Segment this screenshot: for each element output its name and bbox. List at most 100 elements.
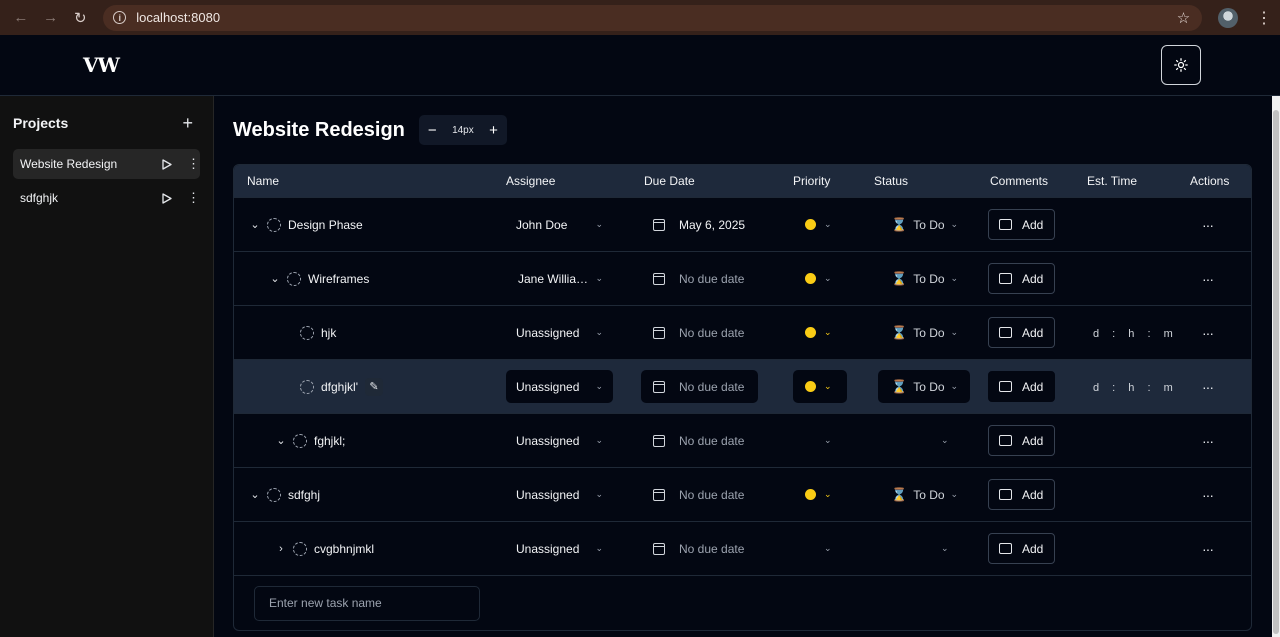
assignee-select[interactable]: John Doe ⌄ bbox=[506, 208, 613, 241]
browser-toolbar: ← → ↻ i localhost:8080 ☆ ⋮ bbox=[0, 0, 1280, 35]
row-actions-icon[interactable]: ··· bbox=[1202, 487, 1214, 503]
status-select[interactable]: ⌛ To Do ⌄ bbox=[878, 262, 970, 295]
due-date-picker[interactable]: May 6, 2025 bbox=[641, 208, 758, 241]
task-status-circle-icon[interactable] bbox=[300, 325, 314, 340]
due-date-picker[interactable]: No due date bbox=[641, 262, 758, 295]
back-icon[interactable]: ← bbox=[8, 5, 34, 31]
comment-icon bbox=[999, 273, 1012, 284]
priority-dot bbox=[805, 327, 816, 338]
row-actions-icon[interactable]: ··· bbox=[1202, 271, 1214, 287]
task-name[interactable]: cvgbhnjmkl bbox=[314, 542, 374, 556]
add-comment-button[interactable]: Add bbox=[988, 533, 1055, 564]
increase-font-button[interactable]: + bbox=[489, 122, 498, 139]
priority-select[interactable]: ⌄ bbox=[793, 532, 847, 565]
chevron-right-icon[interactable]: › bbox=[274, 543, 288, 555]
due-date-picker[interactable]: No due date bbox=[641, 316, 758, 349]
chevron-down-icon[interactable]: ⌄ bbox=[268, 272, 282, 285]
table-row[interactable]: ⌄ Wireframes Jane Willia… ⌄ No due date ⌄… bbox=[234, 251, 1251, 305]
chevron-down-icon[interactable]: ⌄ bbox=[248, 218, 262, 231]
play-icon[interactable] bbox=[162, 158, 172, 170]
new-task-input[interactable] bbox=[254, 585, 480, 621]
priority-select[interactable]: ⌄ bbox=[793, 262, 847, 295]
chevron-down-icon: ⌄ bbox=[824, 219, 832, 229]
assignee-select[interactable]: Unassigned ⌄ bbox=[506, 424, 613, 457]
scrollbar-thumb[interactable] bbox=[1273, 110, 1279, 634]
row-actions-icon[interactable]: ··· bbox=[1202, 433, 1214, 449]
reload-icon[interactable]: ↻ bbox=[67, 5, 93, 31]
status-select[interactable]: ⌛ To Do ⌄ bbox=[878, 316, 970, 349]
row-actions-icon[interactable]: ··· bbox=[1202, 541, 1214, 557]
profile-avatar[interactable] bbox=[1218, 7, 1238, 28]
site-info-icon[interactable]: i bbox=[113, 11, 127, 24]
calendar-icon bbox=[653, 218, 665, 231]
assignee-select[interactable]: Unassigned ⌄ bbox=[506, 478, 613, 511]
status-select[interactable]: ⌛ To Do ⌄ bbox=[878, 478, 970, 511]
task-status-circle-icon[interactable] bbox=[300, 379, 314, 394]
row-actions-icon[interactable]: ··· bbox=[1202, 217, 1214, 233]
due-date-picker[interactable]: No due date bbox=[641, 370, 758, 403]
table-row[interactable]: dfghjkl' ✎ Unassigned ⌄ No due date ⌄ ⌛ To… bbox=[234, 359, 1251, 413]
status-select[interactable]: ⌛ To Do ⌄ bbox=[878, 208, 970, 241]
task-name[interactable]: Wireframes bbox=[308, 272, 369, 286]
row-actions-icon[interactable]: ··· bbox=[1202, 325, 1214, 341]
priority-select[interactable]: ⌄ bbox=[793, 370, 847, 403]
sidebar-item-project[interactable]: sdfghjk ⋮ bbox=[13, 183, 200, 213]
add-comment-button[interactable]: Add bbox=[988, 209, 1055, 240]
status-select[interactable]: ⌄ bbox=[878, 532, 970, 565]
due-date-picker[interactable]: No due date bbox=[641, 532, 758, 565]
status-select[interactable]: ⌄ bbox=[878, 424, 970, 457]
task-status-circle-icon[interactable] bbox=[293, 541, 307, 556]
sidebar-item-project[interactable]: Website Redesign ⋮ bbox=[13, 149, 200, 179]
task-name[interactable]: dfghjkl' bbox=[321, 380, 358, 394]
est-time-value[interactable]: d : h : m bbox=[1093, 382, 1178, 394]
due-date-picker[interactable]: No due date bbox=[641, 424, 758, 457]
add-project-icon[interactable]: + bbox=[182, 114, 193, 132]
page-scrollbar[interactable] bbox=[1272, 96, 1280, 637]
assignee-select[interactable]: Jane Willia… ⌄ bbox=[506, 262, 613, 295]
project-menu-icon[interactable]: ⋮ bbox=[187, 156, 200, 172]
priority-select[interactable]: ⌄ bbox=[793, 478, 847, 511]
task-name[interactable]: hjk bbox=[321, 326, 336, 340]
add-comment-button[interactable]: Add bbox=[988, 425, 1055, 456]
table-row[interactable]: ⌄ sdfghj Unassigned ⌄ No due date ⌄ ⌛ To D… bbox=[234, 467, 1251, 521]
project-menu-icon[interactable]: ⋮ bbox=[187, 190, 200, 206]
task-status-circle-icon[interactable] bbox=[293, 433, 307, 448]
task-status-circle-icon[interactable] bbox=[267, 217, 281, 232]
assignee-select[interactable]: Unassigned ⌄ bbox=[506, 316, 613, 349]
app-logo[interactable]: VW bbox=[83, 53, 120, 77]
table-row[interactable]: ⌄ Design Phase John Doe ⌄ May 6, 2025 ⌄ ⌛… bbox=[234, 197, 1251, 251]
est-time-value[interactable]: d : h : m bbox=[1093, 328, 1178, 340]
address-bar[interactable]: i localhost:8080 ☆ bbox=[103, 4, 1203, 31]
add-comment-button[interactable]: Add bbox=[988, 371, 1055, 402]
forward-icon[interactable]: → bbox=[38, 5, 64, 31]
add-comment-button[interactable]: Add bbox=[988, 263, 1055, 294]
table-row[interactable]: hjk Unassigned ⌄ No due date ⌄ ⌛ To Do ⌄ Ad… bbox=[234, 305, 1251, 359]
priority-select[interactable]: ⌄ bbox=[793, 208, 847, 241]
add-comment-button[interactable]: Add bbox=[988, 479, 1055, 510]
add-comment-button[interactable]: Add bbox=[988, 317, 1055, 348]
chevron-down-icon: ⌄ bbox=[950, 327, 959, 337]
table-row[interactable]: ⌄ fghjkl; Unassigned ⌄ No due date ⌄ ⌄ Ad… bbox=[234, 413, 1251, 467]
decrease-font-button[interactable]: − bbox=[428, 122, 437, 139]
chevron-down-icon[interactable]: ⌄ bbox=[274, 434, 288, 447]
edit-pencil-icon[interactable]: ✎ bbox=[364, 377, 383, 396]
assignee-select[interactable]: Unassigned ⌄ bbox=[506, 370, 613, 403]
bookmark-star-icon[interactable]: ☆ bbox=[1177, 9, 1190, 27]
comment-icon bbox=[999, 489, 1012, 500]
task-name[interactable]: sdfghj bbox=[288, 488, 320, 502]
play-icon[interactable] bbox=[162, 192, 172, 204]
row-actions-icon[interactable]: ··· bbox=[1202, 379, 1214, 395]
task-status-circle-icon[interactable] bbox=[287, 271, 301, 286]
task-name[interactable]: Design Phase bbox=[288, 218, 363, 232]
table-row[interactable]: › cvgbhnjmkl Unassigned ⌄ No due date ⌄ ⌄… bbox=[234, 521, 1251, 575]
chevron-down-icon[interactable]: ⌄ bbox=[248, 488, 262, 501]
task-name[interactable]: fghjkl; bbox=[314, 434, 345, 448]
task-status-circle-icon[interactable] bbox=[267, 487, 281, 502]
assignee-select[interactable]: Unassigned ⌄ bbox=[506, 532, 613, 565]
priority-select[interactable]: ⌄ bbox=[793, 316, 847, 349]
theme-toggle-button[interactable] bbox=[1161, 45, 1201, 85]
priority-select[interactable]: ⌄ bbox=[793, 424, 847, 457]
due-date-picker[interactable]: No due date bbox=[641, 478, 758, 511]
status-select[interactable]: ⌛ To Do ⌄ bbox=[878, 370, 970, 403]
browser-menu-icon[interactable]: ⋮ bbox=[1256, 8, 1272, 28]
